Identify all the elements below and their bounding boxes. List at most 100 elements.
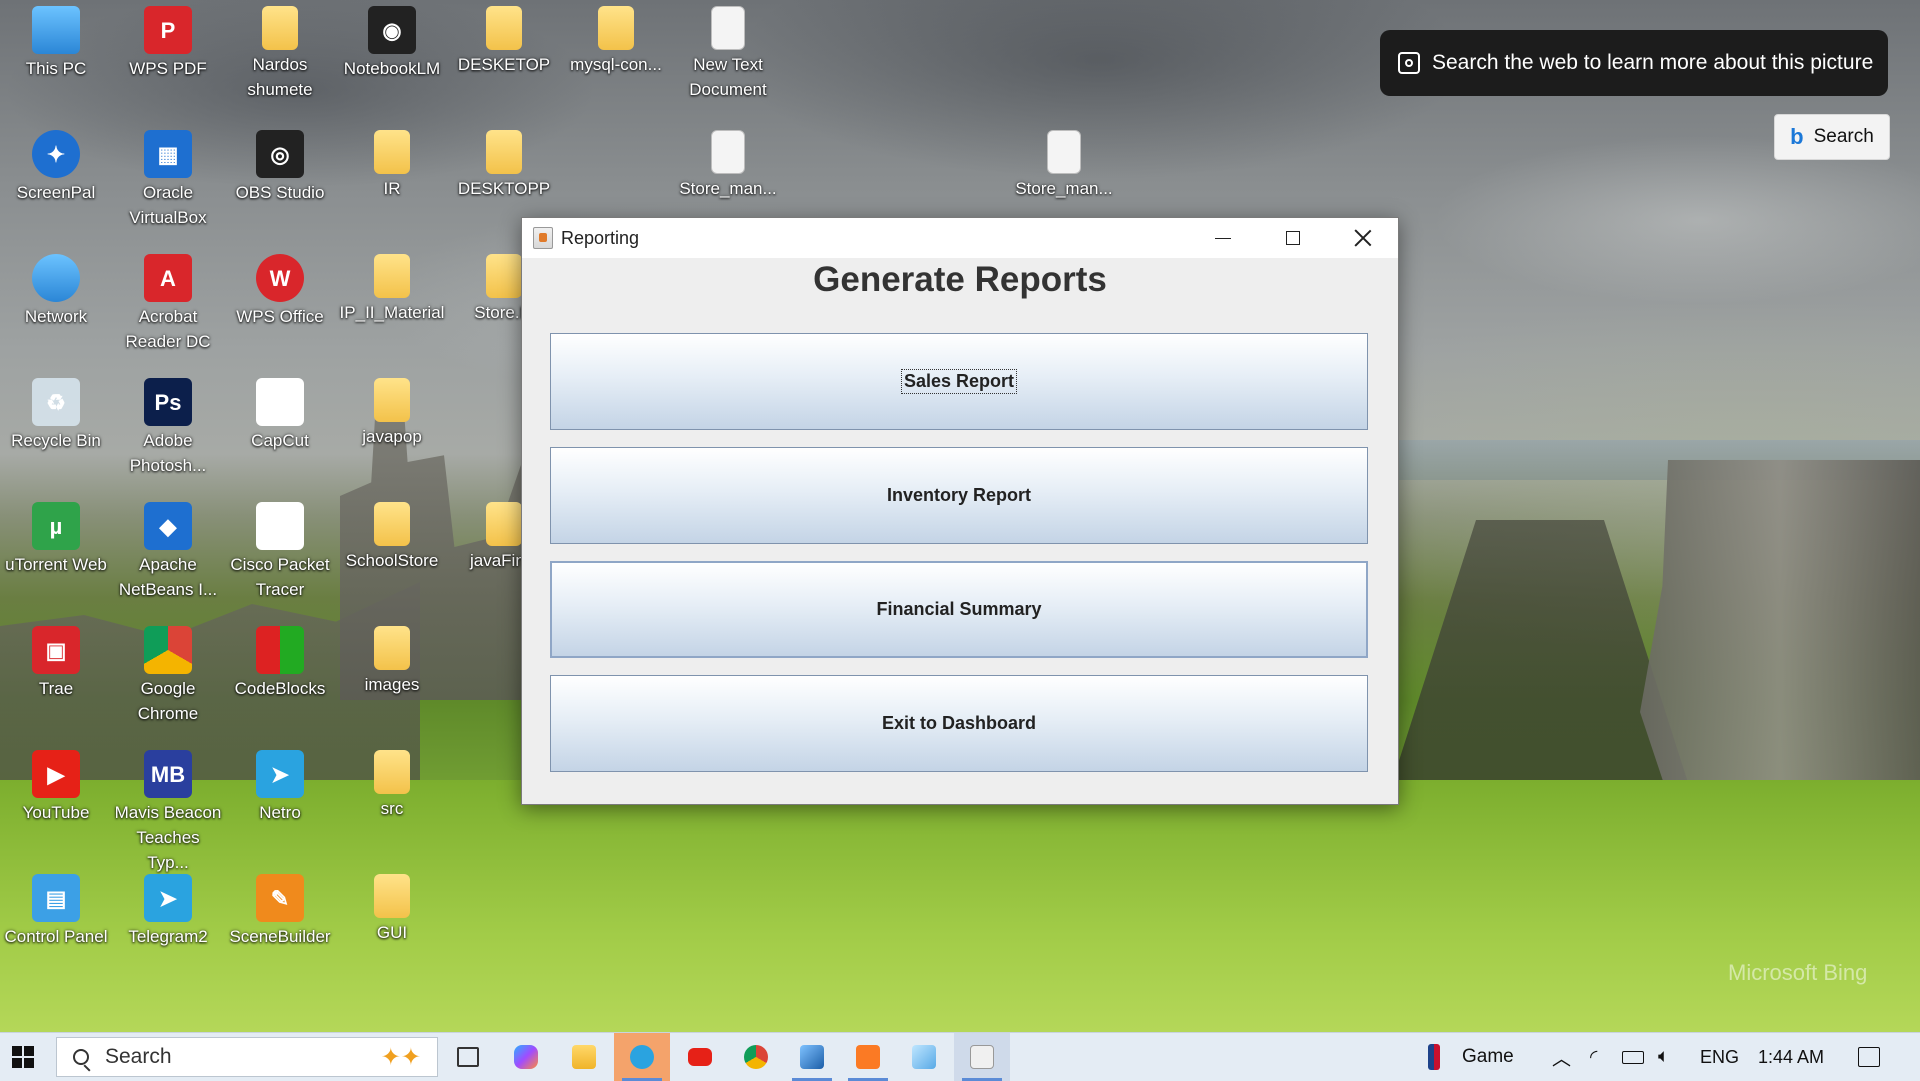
task-view-button[interactable] xyxy=(440,1033,496,1081)
show-hidden-icons-button[interactable]: ︿ xyxy=(1552,1033,1571,1081)
desktop-icon-netro[interactable]: ➤ Netro xyxy=(224,744,336,825)
desktop-icon-desktopp[interactable]: DESKTOPP xyxy=(448,124,560,201)
taskbar-telegram[interactable] xyxy=(614,1033,670,1081)
desktop-icon-codeblocks[interactable]: CodeBlocks xyxy=(224,620,336,701)
desktop-icon-capcut[interactable]: ✕ CapCut xyxy=(224,372,336,453)
desktop-icon-src[interactable]: src xyxy=(336,744,448,821)
taskbar-notepad[interactable] xyxy=(896,1033,952,1081)
taskbar-file-explorer[interactable] xyxy=(556,1033,612,1081)
taskbar-search-box[interactable]: Search ✦✦ xyxy=(56,1037,438,1077)
text-document-icon xyxy=(711,6,745,50)
taskbar-youtube[interactable] xyxy=(672,1033,728,1081)
desktop-icon-nardos-shumete[interactable]: Nardos shumete xyxy=(224,0,336,102)
desktop-icon-adobe-photoshop[interactable]: Ps Adobe Photosh... xyxy=(112,372,224,478)
desktop-icon-wps-pdf[interactable]: P WPS PDF xyxy=(112,0,224,81)
inventory-report-button[interactable]: Inventory Report xyxy=(550,447,1368,544)
obs-icon: ◎ xyxy=(256,130,304,178)
desktop-icon-mavis-beacon[interactable]: MB Mavis Beacon Teaches Typ... xyxy=(112,744,224,875)
desktop-icon-ip-ii-material[interactable]: IP_II_Material xyxy=(336,248,448,325)
minimize-button[interactable] xyxy=(1188,218,1258,258)
netbeans-icon xyxy=(800,1045,824,1069)
desktop-icon-wps-office[interactable]: W WPS Office xyxy=(224,248,336,329)
trae-icon: ▣ xyxy=(32,626,80,674)
desktop-icon-google-chrome[interactable]: Google Chrome xyxy=(112,620,224,726)
language-indicator[interactable]: ENG xyxy=(1700,1033,1739,1081)
desktop-icon-acrobat-reader[interactable]: A Acrobat Reader DC xyxy=(112,248,224,354)
folder-icon xyxy=(374,626,410,670)
computer-icon xyxy=(32,6,80,54)
desktop-icon-new-text-document[interactable]: New Text Document xyxy=(672,0,784,102)
start-button[interactable] xyxy=(12,1046,34,1068)
desktop-icon-this-pc[interactable]: This PC xyxy=(0,0,112,81)
taskbar-chrome[interactable] xyxy=(728,1033,784,1081)
telegram-icon: ➤ xyxy=(144,874,192,922)
battery-icon xyxy=(1622,1050,1644,1064)
sales-report-button[interactable]: Sales Report xyxy=(550,333,1368,430)
bing-visual-search-popup[interactable]: Search the web to learn more about this … xyxy=(1380,30,1888,96)
wps-office-icon: W xyxy=(256,254,304,302)
search-highlight-icon: ✦✦ xyxy=(380,1043,421,1071)
desktop-icon-network[interactable]: Network xyxy=(0,248,112,329)
taskbar-java-app[interactable] xyxy=(954,1033,1010,1081)
desktop-icon-oracle-virtualbox[interactable]: ▦ Oracle VirtualBox xyxy=(112,124,224,230)
folder-icon xyxy=(374,874,410,918)
bing-search-label: Search xyxy=(1813,126,1874,147)
language-label: ENG xyxy=(1700,1046,1740,1067)
wps-pdf-icon: P xyxy=(144,6,192,54)
desktop-icon-schoolstore[interactable]: SchoolStore xyxy=(336,496,448,573)
desktop-icon-desketop[interactable]: DESKETOP xyxy=(448,0,560,77)
wifi-status[interactable]: ◜ xyxy=(1590,1033,1597,1081)
desktop-icon-cisco-packet-tracer[interactable]: ✉ Cisco Packet Tracer xyxy=(224,496,336,602)
chrome-icon xyxy=(744,1045,768,1069)
desktop-icon-apache-netbeans[interactable]: ◆ Apache NetBeans I... xyxy=(112,496,224,602)
maximize-icon xyxy=(1286,231,1300,245)
taskbar-xampp[interactable] xyxy=(840,1033,896,1081)
desktop-icon-screenpal[interactable]: ✦ ScreenPal xyxy=(0,124,112,205)
desktop-icon-utorrent-web[interactable]: µ uTorrent Web xyxy=(0,496,112,577)
capcut-icon: ✕ xyxy=(256,378,304,426)
text-document-icon xyxy=(711,130,745,174)
wifi-icon: ◜ xyxy=(1590,1046,1598,1068)
taskbar-netbeans[interactable] xyxy=(784,1033,840,1081)
window-titlebar[interactable]: Reporting xyxy=(522,218,1398,258)
desktop-icon-images[interactable]: images xyxy=(336,620,448,697)
desktop-icon-store-man-2[interactable]: Store_man... xyxy=(1008,124,1120,201)
netbeans-icon: ◆ xyxy=(144,502,192,550)
battery-status[interactable] xyxy=(1622,1033,1644,1081)
close-button[interactable] xyxy=(1328,218,1398,258)
desktop-icon-mysql-con[interactable]: mysql-con... xyxy=(560,0,672,77)
desktop-icon-youtube[interactable]: ▶ YouTube xyxy=(0,744,112,825)
screenpal-icon: ✦ xyxy=(32,130,80,178)
notification-center-button[interactable] xyxy=(1858,1033,1880,1081)
notepad-icon xyxy=(912,1045,936,1069)
desktop-icon-store-man-1[interactable]: Store_man... xyxy=(672,124,784,201)
search-icon xyxy=(73,1049,89,1065)
desktop-icon-recycle-bin[interactable]: ♻ Recycle Bin xyxy=(0,372,112,453)
control-panel-icon: ▤ xyxy=(32,874,80,922)
desktop-icon-javapop[interactable]: javapop xyxy=(336,372,448,449)
taskbar-copilot[interactable] xyxy=(498,1033,554,1081)
desktop-icon-obs-studio[interactable]: ◎ OBS Studio xyxy=(224,124,336,205)
desktop-icon-telegram2[interactable]: ➤ Telegram2 xyxy=(112,868,224,949)
desktop-icon-control-panel[interactable]: ▤ Control Panel xyxy=(0,868,112,949)
financial-summary-button[interactable]: Financial Summary xyxy=(550,561,1368,658)
clock-time: 1:44 AM xyxy=(1758,1046,1825,1067)
desktop-icon-trae[interactable]: ▣ Trae xyxy=(0,620,112,701)
exit-to-dashboard-button[interactable]: Exit to Dashboard xyxy=(550,675,1368,772)
chevron-up-icon: ︿ xyxy=(1552,1048,1572,1070)
clock[interactable]: 1:44 AM xyxy=(1758,1033,1824,1081)
volume-control[interactable]: 🔈︎ xyxy=(1658,1033,1669,1081)
nba-widget[interactable]: Game xyxy=(1428,1033,1514,1081)
desktop-icon-notebooklm[interactable]: ◉ NotebookLM xyxy=(336,0,448,81)
folder-icon xyxy=(486,6,522,50)
desktop-icon-ir[interactable]: IR xyxy=(336,124,448,201)
folder-icon xyxy=(598,6,634,50)
visual-search-icon xyxy=(1398,52,1420,74)
desktop-icon-gui[interactable]: GUI xyxy=(336,868,448,945)
maximize-button[interactable] xyxy=(1258,218,1328,258)
bing-search-button[interactable]: b Search xyxy=(1774,114,1890,160)
folder-icon xyxy=(374,378,410,422)
desktop-icon-scenebuilder[interactable]: ✎ SceneBuilder xyxy=(224,868,336,949)
folder-icon xyxy=(486,130,522,174)
notebooklm-icon: ◉ xyxy=(368,6,416,54)
